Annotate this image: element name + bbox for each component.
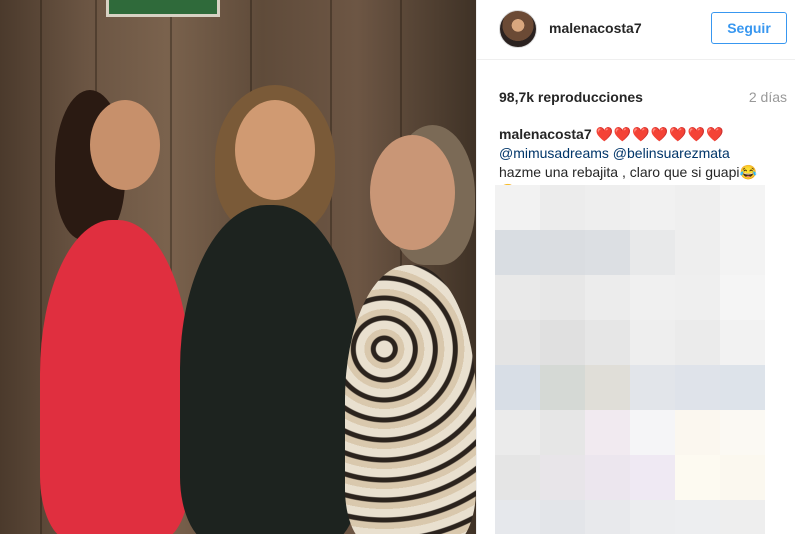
blur-tile: [585, 185, 630, 230]
blur-tile: [720, 275, 765, 320]
blur-tile: [630, 410, 675, 455]
blur-tile: [495, 365, 540, 410]
blur-tile: [585, 365, 630, 410]
blur-tile: [675, 500, 720, 534]
heart-emojis: ❤️❤️❤️❤️❤️❤️❤️: [595, 126, 725, 142]
blur-tile: [630, 365, 675, 410]
blur-tile: [765, 455, 795, 500]
blur-tile: [765, 320, 795, 365]
blur-tile: [765, 275, 795, 320]
timestamp[interactable]: 2 días: [749, 89, 787, 105]
blur-tile: [495, 500, 540, 534]
blur-tile: [630, 230, 675, 275]
blur-tile: [675, 230, 720, 275]
blur-tile: [630, 455, 675, 500]
blur-tile: [720, 500, 765, 534]
blur-tile: [675, 320, 720, 365]
blur-tile: [675, 275, 720, 320]
username-link[interactable]: malenacosta7: [549, 20, 642, 36]
blur-tile: [720, 365, 765, 410]
blur-tile: [765, 500, 795, 534]
blur-tile: [540, 185, 585, 230]
blur-tile: [720, 455, 765, 500]
blur-tile: [585, 275, 630, 320]
mention-link[interactable]: @mimusadreams: [499, 145, 609, 161]
blur-tile: [540, 500, 585, 534]
pixelated-comments: [495, 185, 795, 534]
follow-button[interactable]: Seguir: [711, 12, 787, 44]
post-sidebar: malenacosta7 Seguir 98,7k reproducciones…: [476, 0, 795, 534]
blur-tile: [495, 185, 540, 230]
blur-tile: [540, 320, 585, 365]
view-count: 98,7k reproducciones: [499, 89, 643, 105]
post-video[interactable]: [0, 0, 476, 534]
exit-sign: [106, 0, 220, 17]
caption-author-link[interactable]: malenacosta7: [499, 126, 592, 142]
blur-tile: [630, 500, 675, 534]
blur-tile: [765, 185, 795, 230]
blur-tile: [675, 365, 720, 410]
blur-tile: [675, 185, 720, 230]
blur-tile: [585, 500, 630, 534]
blur-tile: [720, 185, 765, 230]
person-middle: [180, 205, 360, 534]
face-right: [370, 135, 455, 250]
blur-tile: [540, 365, 585, 410]
blur-tile: [630, 185, 675, 230]
blur-tile: [495, 275, 540, 320]
blur-tile: [540, 410, 585, 455]
avatar[interactable]: [499, 10, 537, 48]
mention-link[interactable]: @belinsuarezmata: [613, 145, 730, 161]
blur-tile: [495, 320, 540, 365]
face-middle: [235, 100, 315, 200]
blur-tile: [585, 410, 630, 455]
blur-tile: [540, 455, 585, 500]
post-stats: 98,7k reproducciones 2 días: [499, 89, 787, 105]
blur-tile: [495, 455, 540, 500]
blur-tile: [720, 320, 765, 365]
blur-tile: [495, 230, 540, 275]
blur-tile: [540, 230, 585, 275]
blur-tile: [765, 410, 795, 455]
blur-tile: [630, 275, 675, 320]
blur-tile: [765, 230, 795, 275]
face-left: [90, 100, 160, 190]
blur-tile: [585, 455, 630, 500]
blur-tile: [675, 455, 720, 500]
blur-tile: [540, 275, 585, 320]
post-header: malenacosta7 Seguir: [477, 0, 795, 60]
blur-tile: [720, 230, 765, 275]
blur-tile: [585, 320, 630, 365]
blur-tile: [630, 320, 675, 365]
blur-tile: [585, 230, 630, 275]
person-right: [345, 265, 476, 534]
blur-tile: [720, 410, 765, 455]
blur-tile: [675, 410, 720, 455]
person-left: [40, 220, 190, 534]
blur-tile: [495, 410, 540, 455]
blur-tile: [765, 365, 795, 410]
